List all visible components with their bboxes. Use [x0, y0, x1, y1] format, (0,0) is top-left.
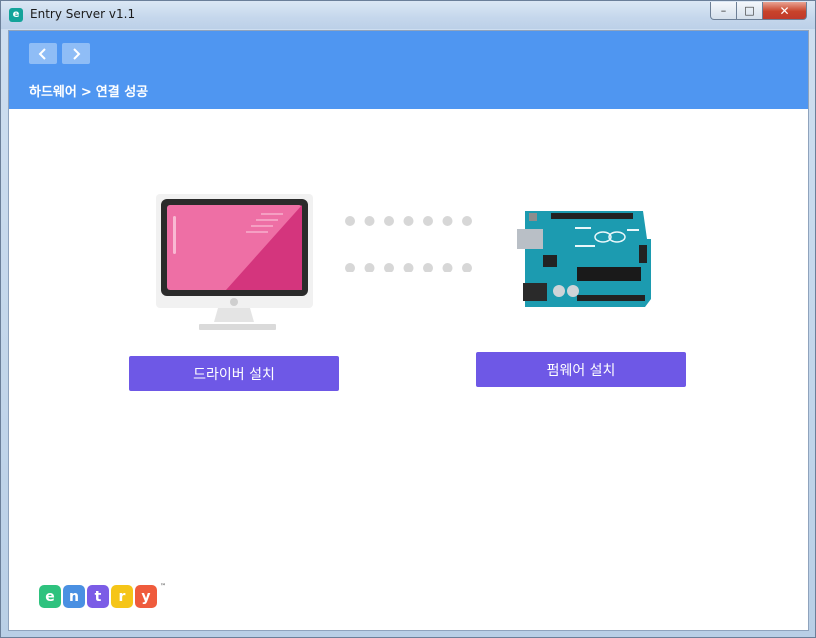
monitor-icon	[156, 194, 313, 330]
install-firmware-button[interactable]: 펌웨어 설치	[476, 352, 686, 387]
logo-letter-r: r	[111, 585, 133, 608]
logo-letter-e: e	[39, 585, 61, 608]
chevron-right-icon	[73, 47, 81, 60]
entry-logo: e n t r y ™	[39, 583, 166, 608]
header-bar: 하드웨어 > 연결 성공	[9, 31, 808, 109]
logo-letter-n: n	[63, 585, 85, 608]
client-area: 하드웨어 > 연결 성공 드라이버 설치 펌웨어 설치 e n t r y ™	[8, 30, 809, 631]
breadcrumb-current: 연결 성공	[95, 85, 149, 100]
app-icon: e	[9, 8, 23, 22]
breadcrumb-parent[interactable]: 하드웨어	[29, 85, 77, 100]
breadcrumb-separator: >	[80, 85, 92, 100]
window-title: Entry Server v1.1	[30, 7, 136, 21]
chevron-left-icon	[38, 47, 46, 60]
connection-dots	[345, 216, 472, 272]
arduino-board-icon	[517, 211, 651, 307]
minimize-button[interactable]: –	[710, 2, 737, 20]
logo-letter-t: t	[87, 585, 109, 608]
close-button[interactable]: ✕	[763, 2, 807, 20]
app-window: e Entry Server v1.1 – □ ✕ 하드웨어 > 연결 성공 드…	[0, 0, 816, 638]
back-button[interactable]	[29, 43, 57, 64]
title-bar[interactable]: e Entry Server v1.1 – □ ✕	[1, 1, 815, 29]
maximize-button[interactable]: □	[737, 2, 763, 20]
forward-button[interactable]	[62, 43, 90, 64]
logo-letter-y: y	[135, 585, 157, 608]
breadcrumb: 하드웨어 > 연결 성공	[29, 81, 148, 100]
install-driver-button[interactable]: 드라이버 설치	[129, 356, 339, 391]
logo-trademark: ™	[160, 583, 166, 590]
window-controls: – □ ✕	[710, 2, 807, 20]
